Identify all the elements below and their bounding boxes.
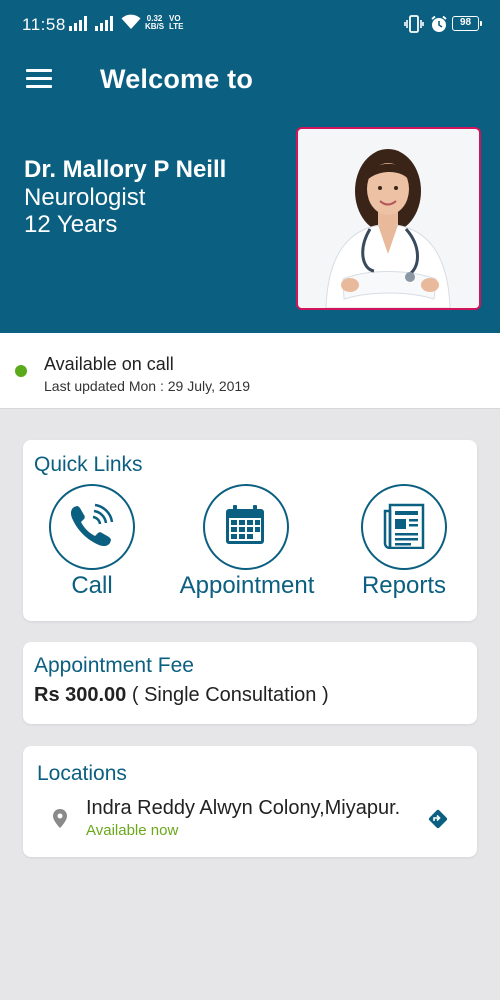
page-title: Welcome to <box>100 64 254 94</box>
appointment-fee-card: Appointment Fee Rs 300.00 ( Single Consu… <box>23 642 477 724</box>
wifi-icon <box>121 14 141 35</box>
status-time: 11:58 <box>22 15 66 34</box>
fee-details: Rs 300.00 ( Single Consultation ) <box>34 684 329 707</box>
last-updated-text: Last updated Mon : 29 July, 2019 <box>44 378 250 394</box>
doctor-experience: 12 Years <box>24 211 118 238</box>
quick-link-call-label: Call <box>71 572 113 599</box>
location-pin-icon <box>53 809 67 833</box>
locations-card: Locations Indra Reddy Alwyn Colony,Miyap… <box>23 746 477 857</box>
quick-link-call[interactable]: Call <box>17 484 167 604</box>
quick-links-card: Quick Links Call Appointment Reports <box>23 440 477 621</box>
calendar-icon <box>203 484 289 570</box>
phone-icon <box>49 484 135 570</box>
doctor-photo <box>296 127 481 310</box>
net-speed-indicator: 0.32 KB/S <box>145 14 165 31</box>
signal-icon-sim1 <box>69 15 87 31</box>
status-bar: 11:58 0.32 KB/S VO LTE 98 <box>0 0 500 50</box>
availability-bar: Available on call Last updated Mon : 29 … <box>0 333 500 409</box>
locations-title: Locations <box>37 762 127 785</box>
doctor-specialty: Neurologist <box>24 184 146 211</box>
quick-link-appointment-label: Appointment <box>179 572 315 599</box>
menu-icon[interactable] <box>26 69 52 89</box>
vibrate-icon <box>404 15 424 38</box>
quick-link-reports[interactable]: Reports <box>329 484 479 604</box>
battery-icon: 98 <box>452 16 482 31</box>
location-address: Indra Reddy Alwyn Colony,Miyapur. <box>86 797 401 819</box>
location-availability: Available now <box>86 822 179 839</box>
status-dot-icon <box>15 365 27 377</box>
quick-link-appointment[interactable]: Appointment <box>172 484 322 604</box>
quick-link-reports-label: Reports <box>361 572 447 599</box>
appointment-fee-title: Appointment Fee <box>34 654 194 677</box>
quick-links-title: Quick Links <box>34 453 143 476</box>
fee-note: ( Single Consultation ) <box>126 684 329 706</box>
volte-indicator: VO LTE <box>169 14 184 31</box>
report-icon <box>361 484 447 570</box>
fee-amount: Rs 300.00 <box>34 684 127 706</box>
doctor-header: Welcome to Dr. Mallory P Neill Neurologi… <box>0 50 500 333</box>
alarm-icon <box>430 15 448 38</box>
directions-icon[interactable] <box>427 808 449 835</box>
availability-status: Available on call <box>44 354 174 374</box>
signal-icon-sim2 <box>95 15 113 31</box>
doctor-name: Dr. Mallory P Neill <box>24 156 227 183</box>
